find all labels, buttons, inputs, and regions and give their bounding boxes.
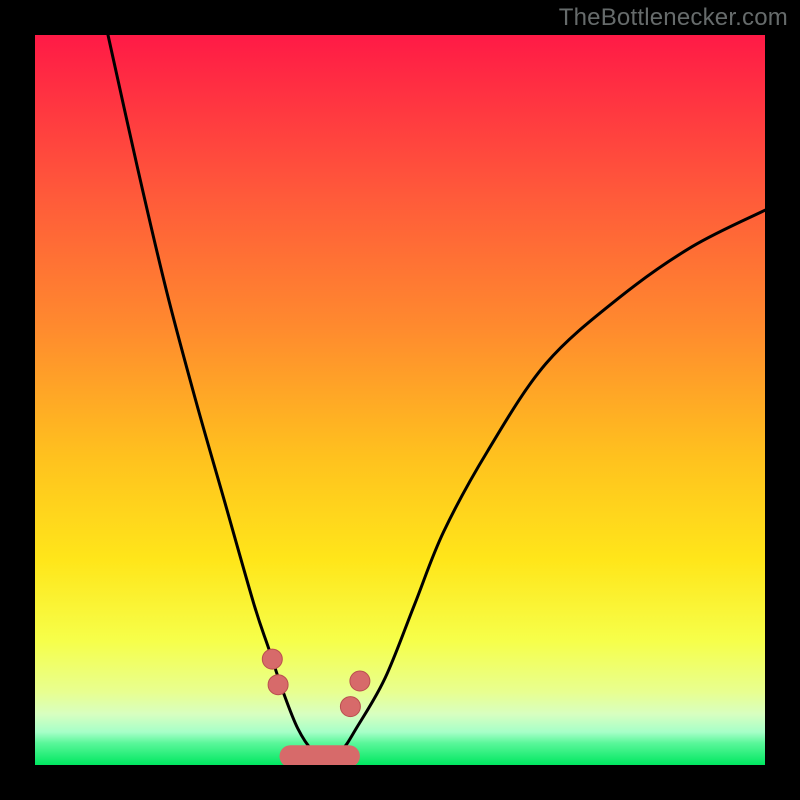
- curve-marker: [350, 671, 370, 691]
- watermark-text: TheBottlenecker.com: [559, 4, 788, 32]
- gradient-background: [35, 35, 765, 765]
- chart-frame: { "watermark": "TheBottlenecker.com", "c…: [0, 0, 800, 800]
- bottleneck-chart: [35, 35, 765, 765]
- curve-marker: [268, 675, 288, 695]
- curve-marker: [340, 697, 360, 717]
- curve-marker: [262, 649, 282, 669]
